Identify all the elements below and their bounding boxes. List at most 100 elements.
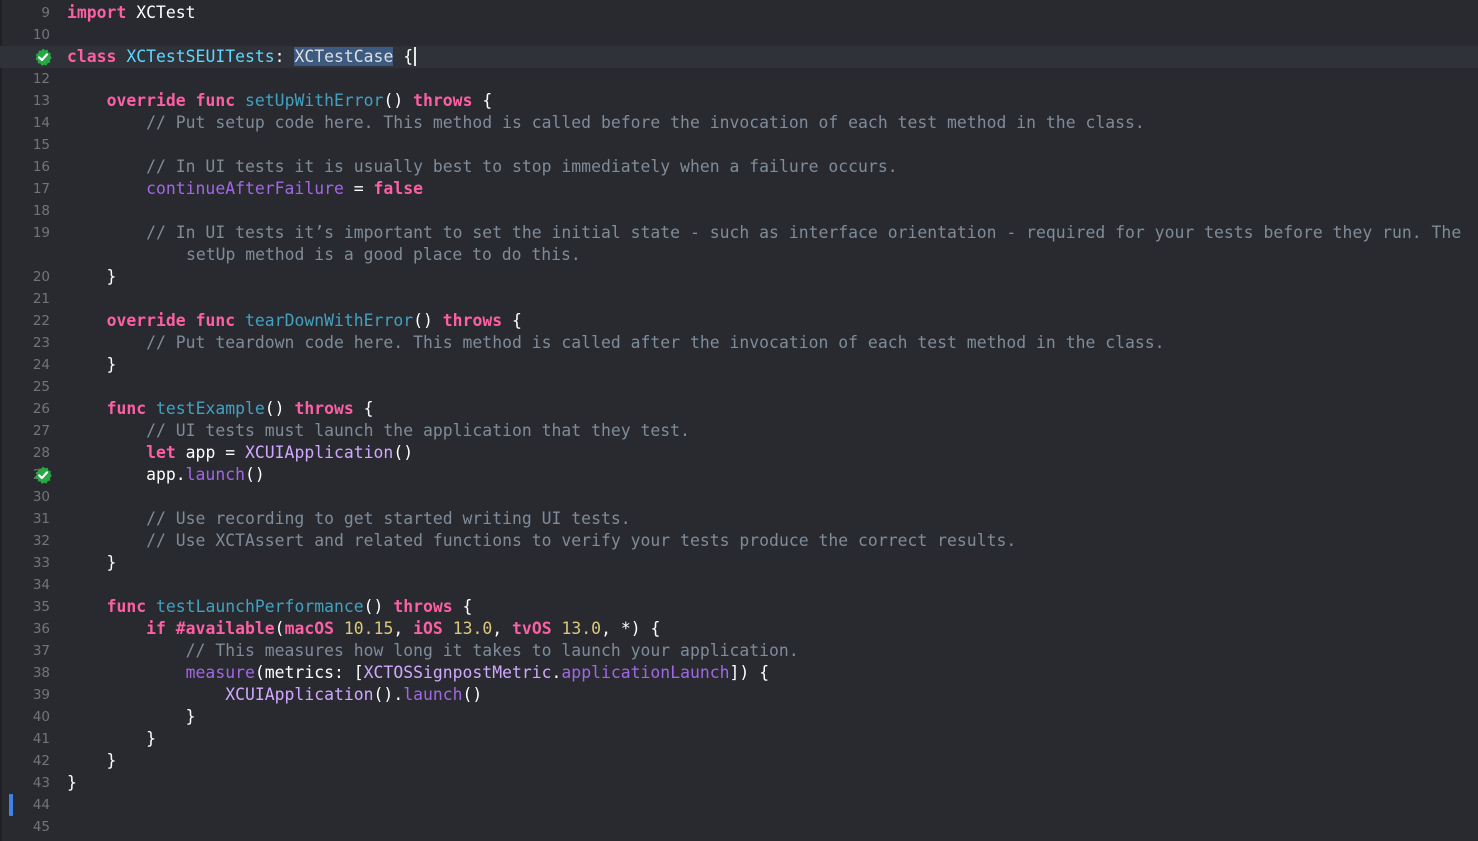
code-token: // UI tests must launch the application … [146, 421, 690, 440]
code-line[interactable]: 10 [0, 24, 1478, 46]
change-indicator [9, 794, 13, 816]
code-text: let app = XCUIApplication() [67, 442, 413, 464]
line-number: 23 [32, 335, 50, 351]
code-token: app = [175, 443, 245, 462]
code-token: #available [175, 619, 275, 638]
line-number: 40 [32, 709, 50, 725]
code-line[interactable]: 25 [0, 376, 1478, 398]
line-number: 25 [32, 379, 50, 395]
code-token: launch [403, 685, 463, 704]
code-line[interactable]: 19 // In UI tests it’s important to set … [0, 222, 1478, 244]
code-text: // This measures how long it takes to la… [67, 640, 799, 662]
code-token: func [106, 597, 147, 616]
code-line[interactable]: 30 [0, 486, 1478, 508]
code-line[interactable]: 15 [0, 134, 1478, 156]
code-token: ( [274, 619, 285, 638]
code-text: measure(metrics: [XCTOSSignpostMetric.ap… [67, 662, 769, 684]
code-line[interactable]: 28 let app = XCUIApplication() [0, 442, 1478, 464]
code-line[interactable]: 37 // This measures how long it takes to… [0, 640, 1478, 662]
code-line[interactable]: 43} [0, 772, 1478, 794]
code-token: throws [294, 399, 354, 418]
code-line[interactable]: 14 // Put setup code here. This method i… [0, 112, 1478, 134]
code-text: // Put setup code here. This method is c… [67, 112, 1145, 134]
code-text: if #available(macOS 10.15, iOS 13.0, tvO… [67, 618, 660, 640]
code-token: () [462, 685, 483, 704]
code-token: , *) { [601, 619, 661, 638]
line-number: 20 [32, 269, 50, 285]
code-line[interactable]: 13 override func setUpWithError() throws… [0, 90, 1478, 112]
line-number: 35 [32, 599, 50, 615]
code-editor[interactable]: 9 import XCTest 10 11class XCTestSEUITests:… [0, 0, 1478, 841]
code-text: // Put teardown code here. This method i… [67, 332, 1165, 354]
code-line[interactable]: 44 [0, 794, 1478, 816]
line-number: 19 [32, 225, 50, 241]
code-token: launch [185, 465, 245, 484]
code-token: () [413, 311, 443, 330]
code-line[interactable]: 11class XCTestSEUITests: XCTestCase { [0, 46, 1478, 68]
code-line-wrap[interactable]: setUp method is a good place to do this. [0, 244, 1478, 266]
line-number: 13 [32, 93, 50, 109]
code-token: false [373, 179, 423, 198]
code-line[interactable]: 42 } [0, 750, 1478, 772]
code-line[interactable]: 16 // In UI tests it is usually best to … [0, 156, 1478, 178]
code-line[interactable]: 36 if #available(macOS 10.15, iOS 13.0, … [0, 618, 1478, 640]
code-line[interactable]: 39 XCUIApplication().launch() [0, 684, 1478, 706]
code-line[interactable]: 12 [0, 68, 1478, 90]
code-text-wrapped: setUp method is a good place to do this. [186, 245, 581, 264]
code-token: () [393, 443, 414, 462]
line-number: 28 [32, 445, 50, 461]
code-line[interactable]: 31 // Use recording to get started writi… [0, 508, 1478, 530]
code-token: // In UI tests it’s important to set the… [146, 223, 1462, 242]
code-line[interactable]: 20 } [0, 266, 1478, 288]
code-line[interactable]: 21 [0, 288, 1478, 310]
code-token: // In UI tests it is usually best to sto… [146, 157, 898, 176]
code-token: throws [442, 311, 503, 330]
code-token: override [106, 311, 186, 330]
line-number: 33 [32, 555, 50, 571]
line-number: 31 [32, 511, 50, 527]
code-line[interactable]: 27 // UI tests must launch the applicati… [0, 420, 1478, 442]
code-line[interactable]: 35 func testLaunchPerformance() throws { [0, 596, 1478, 618]
code-token: // Use XCTAssert and related functions t… [146, 531, 1017, 550]
code-token: { [502, 311, 522, 330]
line-number: 12 [32, 71, 50, 87]
code-line[interactable]: 23 // Put teardown code here. This metho… [0, 332, 1478, 354]
test-passed-icon[interactable] [34, 466, 52, 484]
code-line[interactable]: 34 [0, 574, 1478, 596]
code-line[interactable]: 33 } [0, 552, 1478, 574]
code-line[interactable]: 22 override func tearDownWithError() thr… [0, 310, 1478, 332]
code-line[interactable]: 17 continueAfterFailure = false [0, 178, 1478, 200]
line-number: 16 [32, 159, 50, 175]
code-text: XCUIApplication().launch() [67, 684, 482, 706]
code-token: setUpWithError [245, 91, 384, 110]
code-token: { [472, 91, 493, 110]
code-text: } [67, 772, 77, 794]
code-line[interactable]: 40 } [0, 706, 1478, 728]
test-passed-icon[interactable] [34, 48, 52, 66]
code-line[interactable]: 24 } [0, 354, 1478, 376]
line-number: 9 [41, 5, 50, 21]
code-line[interactable]: 32 // Use XCTAssert and related function… [0, 530, 1478, 552]
line-number: 34 [32, 577, 50, 593]
code-line[interactable]: 18 [0, 200, 1478, 222]
code-line[interactable]: 38 measure(metrics: [XCTOSSignpostMetric… [0, 662, 1478, 684]
code-line[interactable]: 41 } [0, 728, 1478, 750]
code-token: , [492, 619, 513, 638]
line-number: 14 [32, 115, 50, 131]
code-text: override func setUpWithError() throws { [67, 90, 493, 112]
code-line[interactable]: 26 func testExample() throws { [0, 398, 1478, 420]
line-number: 10 [32, 27, 50, 43]
code-line[interactable]: 9 import XCTest [0, 2, 1478, 24]
code-line[interactable]: 29 app.launch() [0, 464, 1478, 486]
code-text: } [67, 266, 117, 288]
code-token: } [67, 707, 196, 726]
code-line[interactable]: 45 [0, 816, 1478, 838]
